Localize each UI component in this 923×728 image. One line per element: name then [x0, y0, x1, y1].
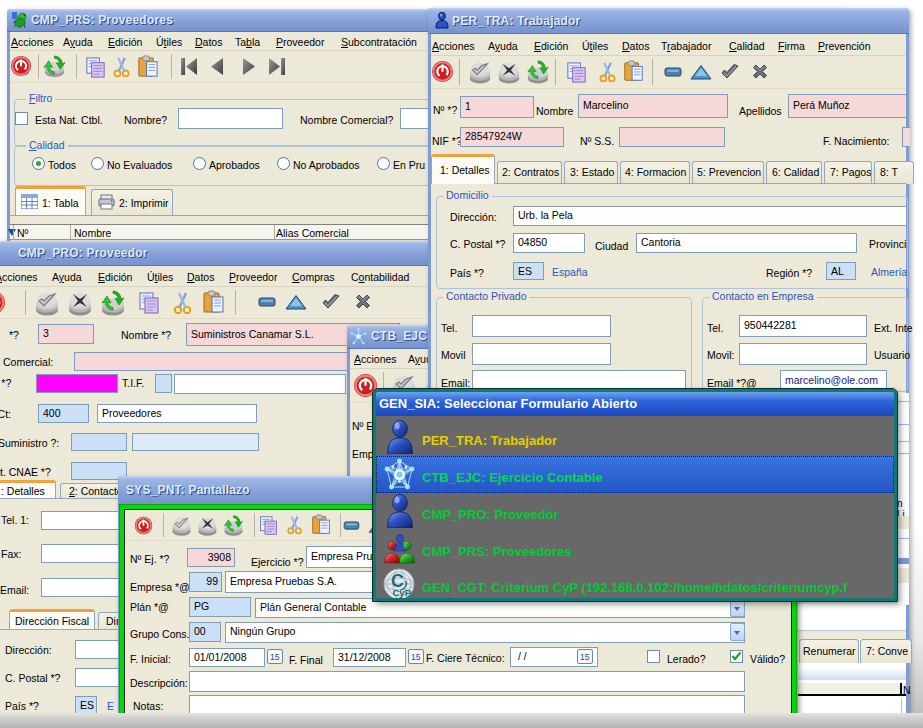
svg-text:CyP: CyP: [393, 587, 412, 598]
